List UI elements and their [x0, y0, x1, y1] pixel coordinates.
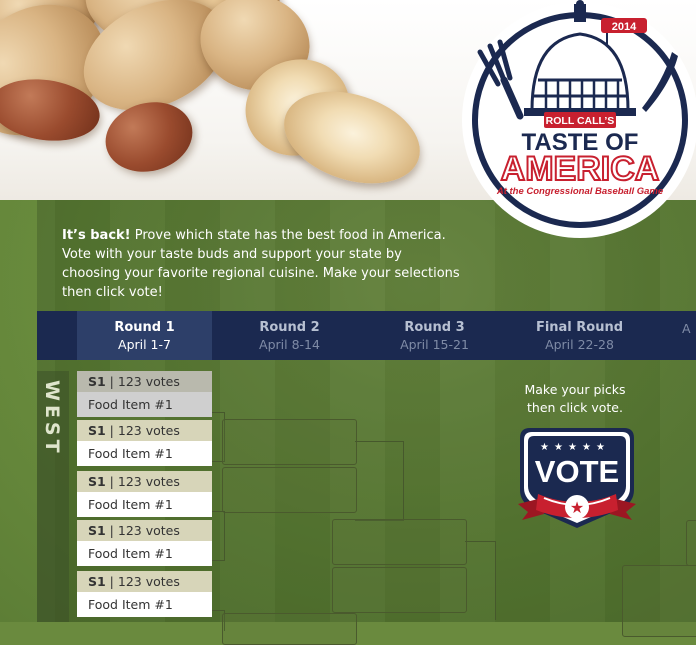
round-dates: April 22-28 — [545, 337, 614, 352]
tab-round-3[interactable]: Round 3 April 15-21 — [367, 311, 502, 360]
round-dates: April 1-7 — [118, 337, 171, 352]
intro-lead: It’s back! — [62, 228, 131, 243]
star-icon: ★ — [596, 442, 605, 453]
star-icon: ★ — [540, 442, 549, 453]
intro-text: It’s back! Prove which state has the bes… — [62, 226, 462, 302]
seed: S1 — [88, 374, 106, 389]
tab-next-round[interactable]: A — [682, 311, 696, 360]
vote-instructions-line1: Make your picks — [524, 382, 626, 397]
bracket-connector — [355, 441, 404, 521]
logo-brand: ROLL CALL’S — [546, 115, 615, 127]
round-dates: A — [682, 321, 691, 336]
round-name: Final Round — [535, 320, 624, 335]
logo-tagline: At the Congressional Baseball Game — [496, 186, 664, 197]
vote-instructions: Make your picks then click vote. — [505, 381, 645, 417]
matchup-card[interactable]: S1 | 123 votes Food Item #1 — [77, 571, 212, 617]
round-dates: April 15-21 — [400, 337, 469, 352]
star-icon: ★ — [554, 442, 563, 453]
food-item[interactable]: Food Item #1 — [77, 392, 212, 417]
vote-instructions-line2: then click vote. — [527, 400, 623, 415]
matchup-header: S1 | 123 votes — [77, 520, 212, 541]
vote-count: 123 votes — [117, 574, 180, 589]
round-dates: April 8-14 — [259, 337, 320, 352]
matchup-card[interactable]: S1 | 123 votes Food Item #1 — [77, 371, 212, 417]
bracket-slot — [222, 467, 357, 513]
matchup-header: S1 | 123 votes — [77, 371, 212, 392]
star-icon: ★ — [570, 498, 584, 517]
star-icon: ★ — [582, 442, 591, 453]
taste-of-america-logo: 2014 ROLL CALL’S TASTE OF AMERICA At the… — [462, 0, 696, 238]
matchup-card[interactable]: S1 | 123 votes Food Item #1 — [77, 420, 212, 466]
matchup-card[interactable]: S1 | 123 votes Food Item #1 — [77, 520, 212, 566]
rounds-nav: Round 1 April 1-7 Round 2 April 8-14 Rou… — [37, 311, 696, 360]
food-item[interactable]: Food Item #1 — [77, 441, 212, 466]
logo-year: 2014 — [612, 21, 637, 33]
bracket-slot — [222, 613, 357, 645]
matchup-header: S1 | 123 votes — [77, 471, 212, 492]
matchup-header: S1 | 123 votes — [77, 571, 212, 592]
seed: S1 — [88, 574, 106, 589]
vote-button-label: VOTE — [535, 454, 619, 489]
food-item[interactable]: Food Item #1 — [77, 592, 212, 617]
seed: S1 — [88, 474, 106, 489]
round-name: Round 3 — [404, 320, 465, 335]
bracket-connector — [465, 541, 496, 620]
vote-count: 123 votes — [117, 374, 180, 389]
region-label: WEST — [41, 380, 63, 457]
seed: S1 — [88, 523, 106, 538]
bracket-slot — [332, 519, 467, 565]
bracket-slot — [686, 520, 696, 566]
tab-final-round[interactable]: Final Round April 22-28 — [512, 311, 647, 360]
star-icon: ★ — [568, 442, 577, 453]
bracket-slot — [332, 567, 467, 613]
tab-round-1[interactable]: Round 1 April 1-7 — [77, 311, 212, 360]
matchup-card[interactable]: S1 | 123 votes Food Item #1 — [77, 471, 212, 517]
food-item[interactable]: Food Item #1 — [77, 541, 212, 566]
round-name: Round 2 — [259, 320, 320, 335]
vote-count: 123 votes — [117, 423, 180, 438]
food-item[interactable]: Food Item #1 — [77, 492, 212, 517]
bracket-slot — [222, 419, 357, 465]
vote-count: 123 votes — [117, 474, 180, 489]
bracket-slot — [622, 565, 696, 637]
seed: S1 — [88, 423, 106, 438]
vote-count: 123 votes — [117, 523, 180, 538]
tab-round-2[interactable]: Round 2 April 8-14 — [222, 311, 357, 360]
matchup-header: S1 | 123 votes — [77, 420, 212, 441]
bracket-connector — [212, 511, 225, 561]
logo-line2: AMERICA — [501, 150, 660, 188]
round-name: Round 1 — [114, 320, 175, 335]
vote-button[interactable]: ★ ★ ★ ★ ★ VOTE ★ — [514, 424, 640, 542]
